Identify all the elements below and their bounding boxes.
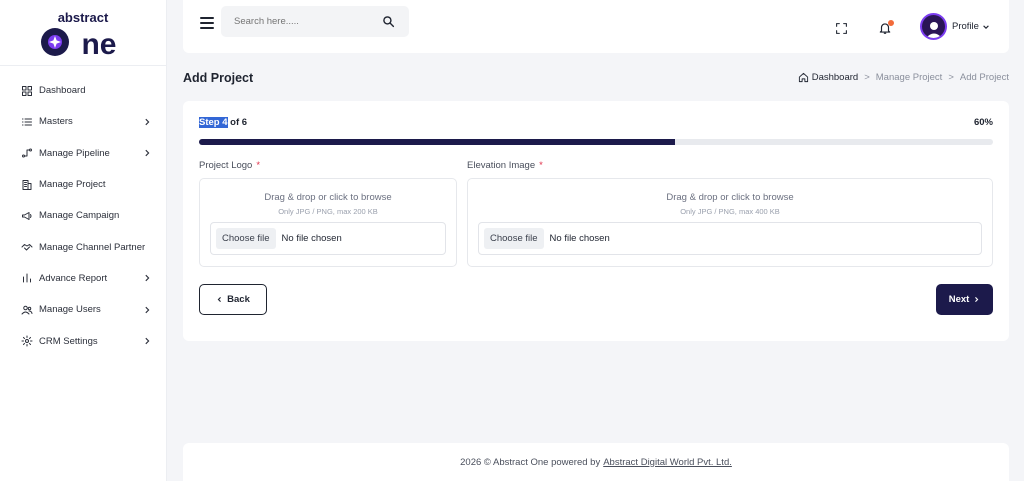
project-logo-label: Project Logo * [199, 160, 261, 171]
sidebar-item-manage-project[interactable]: Manage Project [0, 169, 166, 200]
sidebar-item-manage-campaign[interactable]: Manage Campaign [0, 200, 166, 231]
progress-fill [199, 139, 676, 145]
sidebar-nav: Dashboard Masters Manage Pipeline Manage Pr… [0, 66, 166, 357]
breadcrumb-manage-project[interactable]: Manage Project [876, 72, 943, 83]
file-status: No file chosen [549, 233, 610, 244]
chevron-right-icon [145, 150, 150, 157]
choose-file-button[interactable]: Choose file [484, 228, 544, 249]
chevron-right-icon [145, 337, 150, 345]
back-label: Back [227, 294, 250, 305]
sidebar-item-label: Advance Report [39, 272, 108, 284]
dropzone-text: Drag & drop or click to browse [264, 192, 392, 203]
sidebar-item-label: Dashboard [39, 85, 86, 97]
fullscreen-icon[interactable] [835, 22, 848, 35]
sidebar: abstract ne Dashboard Masters Manage Pipel… [0, 0, 167, 481]
bar-chart-icon [20, 272, 33, 285]
notification-badge [888, 20, 894, 26]
building-icon [20, 178, 33, 191]
required-mark: * [256, 160, 261, 171]
sidebar-item-label: Manage Pipeline [39, 147, 110, 159]
dropzone-hint: Only JPG / PNG, max 400 KB [680, 207, 780, 216]
sidebar-item-label: Manage Channel Partner [39, 241, 146, 253]
chevron-right-icon [145, 118, 150, 126]
dropzone-text: Drag & drop or click to browse [666, 192, 794, 203]
sidebar-item-label: Manage Campaign [39, 210, 120, 222]
chevron-left-icon [217, 297, 222, 302]
project-logo-dropzone[interactable]: Drag & drop or click to browse Only JPG … [199, 178, 457, 267]
list-icon [20, 115, 33, 128]
back-button[interactable]: Back [199, 284, 267, 315]
step-indicator: Step 4 of 6 [199, 117, 247, 128]
megaphone-icon [20, 209, 33, 222]
sidebar-item-manage-users[interactable]: Manage Users [0, 294, 166, 325]
profile-label: Profile [952, 21, 979, 32]
home-icon [798, 72, 808, 83]
top-header: Profile [183, 0, 1009, 53]
pipeline-icon [20, 147, 33, 160]
footer: 2026 © Abstract One powered by Abstract … [183, 443, 1009, 481]
sidebar-item-label: Manage Project [39, 179, 106, 191]
sidebar-item-crm-settings[interactable]: CRM Settings [0, 325, 166, 356]
sidebar-item-masters[interactable]: Masters [0, 106, 166, 137]
sidebar-item-dashboard[interactable]: Dashboard [0, 75, 166, 106]
elevation-image-dropzone[interactable]: Drag & drop or click to browse Only JPG … [467, 178, 993, 267]
choose-file-button[interactable]: Choose file [216, 228, 276, 249]
progress-bar [199, 139, 993, 145]
search-icon[interactable] [382, 15, 395, 28]
breadcrumb-current: Add Project [959, 72, 1009, 83]
project-logo-file-input[interactable]: Choose file No file chosen [210, 222, 446, 255]
progress-percent: 60% [973, 117, 993, 128]
brand-logo[interactable]: abstract ne [0, 0, 166, 66]
avatar [920, 13, 947, 40]
users-icon [20, 303, 33, 316]
page-title: Add Project [183, 71, 254, 85]
next-button[interactable]: Next [936, 284, 993, 315]
chevron-right-icon [145, 306, 150, 313]
file-status: No file chosen [281, 233, 342, 244]
sidebar-item-advance-report[interactable]: Advance Report [0, 263, 166, 294]
required-mark: * [539, 160, 543, 171]
breadcrumb-separator: > [864, 72, 870, 83]
hamburger-menu-icon[interactable] [200, 17, 214, 29]
sidebar-item-label: Manage Users [39, 304, 101, 316]
search-input[interactable] [234, 6, 374, 37]
elevation-image-file-input[interactable]: Choose file No file chosen [478, 222, 982, 255]
sidebar-item-label: CRM Settings [39, 335, 98, 347]
sidebar-item-manage-pipeline[interactable]: Manage Pipeline [0, 138, 166, 169]
breadcrumb-dashboard[interactable]: Dashboard [798, 72, 858, 83]
search-box [221, 6, 409, 37]
handshake-icon [20, 241, 33, 254]
breadcrumb: Dashboard > Manage Project > Add Project [798, 72, 1009, 83]
step-number: Step 4 [199, 117, 228, 128]
profile-menu[interactable]: Profile [920, 13, 990, 40]
step-total: of 6 [227, 117, 248, 128]
chevron-right-icon [975, 297, 979, 302]
footer-company-link[interactable]: Abstract Digital World Pvt. Ltd. [603, 457, 732, 468]
breadcrumb-separator: > [948, 72, 954, 83]
sidebar-item-manage-channel-partner[interactable]: Manage Channel Partner [0, 231, 166, 262]
chevron-right-icon [145, 275, 150, 282]
next-label: Next [948, 294, 970, 305]
wizard-card: Step 4 of 6 60% Project Logo * Drag & dro… [183, 101, 1009, 341]
gear-icon [20, 335, 33, 348]
sidebar-item-label: Masters [39, 116, 73, 128]
chevron-down-icon [983, 24, 989, 29]
grid-icon [20, 84, 33, 97]
dropzone-hint: Only JPG / PNG, max 200 KB [278, 207, 378, 216]
footer-text: 2026 © Abstract One powered by [460, 456, 601, 468]
svg-text:ne: ne [81, 28, 116, 59]
svg-text:abstract: abstract [58, 10, 109, 25]
elevation-image-label: Elevation Image * [467, 160, 543, 171]
